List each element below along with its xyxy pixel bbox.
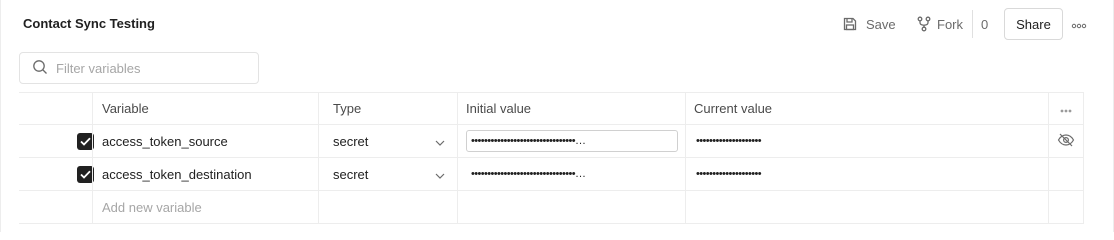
type-value: secret [333,166,369,182]
header: Contact Sync Testing Save Fork 0 Share [1,0,1114,46]
row-actions-cell [1049,158,1084,190]
fork-button[interactable]: Fork [917,10,963,38]
column-header-initial-value: Initial value [458,93,686,124]
search-icon [32,59,48,78]
page-title: Contact Sync Testing [23,16,155,31]
save-icon [842,16,858,32]
type-select[interactable]: secret [319,158,458,190]
chevron-down-icon [435,134,445,149]
row-actions-cell [1049,191,1084,223]
variable-name-cell[interactable]: access_token_source [92,125,319,157]
current-value-cell-empty[interactable] [686,191,1049,223]
table-row: access_token_destination secret ••••••••… [19,158,1084,191]
add-new-variable-placeholder: Add new variable [102,199,202,215]
initial-value-cell-empty[interactable] [458,191,686,223]
checkmark-icon [80,134,91,149]
fork-icon [917,16,931,32]
column-header-type: Type [319,93,458,124]
fork-label: Fork [937,16,963,32]
current-value-cell[interactable]: •••••••••••••••••••• [686,125,1049,157]
add-variable-row: Add new variable [19,191,1084,224]
environment-panel: Contact Sync Testing Save Fork 0 Share F… [0,0,1114,232]
current-value-cell[interactable]: •••••••••••••••••••• [686,158,1049,190]
initial-value-cell[interactable]: ••••••••••••••••••••••••••••••••… [458,158,686,190]
header-checkbox-cell [19,93,92,124]
column-header-variable: Variable [92,93,319,124]
chevron-down-icon [435,167,445,182]
add-new-variable-input[interactable]: Add new variable [92,191,319,223]
toggle-visibility-button[interactable] [1049,125,1084,157]
initial-value-cell[interactable]: ••••••••••••••••••••••••••••••••… [458,125,686,157]
share-button[interactable]: Share [1004,8,1063,40]
row-checkbox-cell [19,125,94,157]
save-label: Save [866,16,896,32]
column-header-current-value: Current value [686,93,1049,124]
initial-value-text: ••••••••••••••••••••••••••••••••… [466,163,678,185]
row-checkbox-cell [19,158,94,190]
variable-name-cell[interactable]: access_token_destination [92,158,319,190]
more-options-button[interactable] [1069,10,1089,38]
type-select[interactable]: secret [319,125,458,157]
current-value-text: •••••••••••••••••••• [696,135,762,147]
save-button[interactable]: Save [842,10,896,38]
type-value: secret [333,133,369,149]
initial-value-input[interactable]: ••••••••••••••••••••••••••••••••… [466,130,678,152]
eye-off-icon [1057,133,1075,150]
type-cell-empty [319,191,458,223]
current-value-text: •••••••••••••••••••• [696,168,762,180]
variables-table: Variable Type Initial value Current valu… [19,92,1084,224]
search-input[interactable] [56,60,246,76]
more-horizontal-icon [1060,101,1072,116]
column-options-button[interactable] [1049,93,1084,124]
table-row: access_token_source secret •••••••••••••… [19,125,1084,158]
checkmark-icon [80,167,91,182]
filter-variables-search[interactable] [19,52,259,84]
table-header-row: Variable Type Initial value Current valu… [19,92,1084,125]
fork-count[interactable]: 0 [972,10,988,38]
row-checkbox-cell [19,191,92,223]
more-horizontal-icon [1071,17,1087,32]
